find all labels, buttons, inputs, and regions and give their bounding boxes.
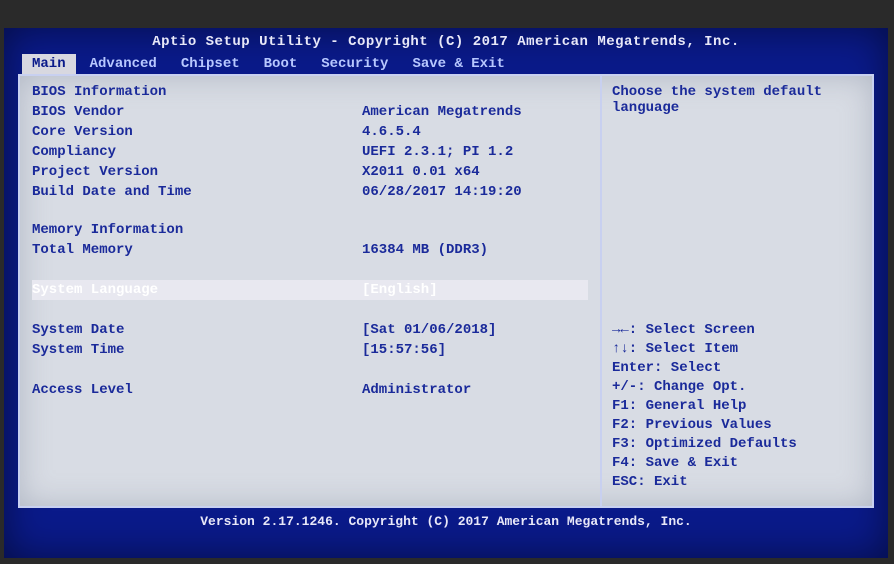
core-version-label: Core Version: [32, 122, 362, 142]
system-date-value: [Sat 01/06/2018]: [362, 320, 588, 340]
key-f1: F1: General Help: [612, 397, 862, 416]
key-f3: F3: Optimized Defaults: [612, 435, 862, 454]
row-bios-vendor: BIOS Vendor American Megatrends: [32, 102, 588, 122]
row-core-version: Core Version 4.6.5.4: [32, 122, 588, 142]
row-system-date[interactable]: System Date [Sat 01/06/2018]: [32, 320, 588, 340]
key-change-opt: +/-: Change Opt.: [612, 378, 862, 397]
main-panel: BIOS Information BIOS Vendor American Me…: [20, 76, 602, 506]
tab-main[interactable]: Main: [22, 54, 76, 74]
build-date-value: 06/28/2017 14:19:20: [362, 182, 588, 202]
total-memory-label: Total Memory: [32, 240, 362, 260]
tab-bar: Main Advanced Chipset Boot Security Save…: [4, 52, 888, 74]
tab-chipset[interactable]: Chipset: [171, 54, 250, 74]
row-system-language[interactable]: System Language [English]: [32, 280, 588, 300]
content-panels: BIOS Information BIOS Vendor American Me…: [18, 74, 874, 508]
key-f4: F4: Save & Exit: [612, 454, 862, 473]
system-time-label: System Time: [32, 340, 362, 360]
footer-text: Version 2.17.1246. Copyright (C) 2017 Am…: [4, 508, 888, 535]
memory-info-heading: Memory Information: [32, 222, 588, 238]
tab-advanced[interactable]: Advanced: [80, 54, 167, 74]
row-system-time[interactable]: System Time [15:57:56]: [32, 340, 588, 360]
row-compliancy: Compliancy UEFI 2.3.1; PI 1.2: [32, 142, 588, 162]
total-memory-value: 16384 MB (DDR3): [362, 240, 588, 260]
key-esc: ESC: Exit: [612, 473, 862, 492]
bios-vendor-label: BIOS Vendor: [32, 102, 362, 122]
build-date-label: Build Date and Time: [32, 182, 362, 202]
compliancy-value: UEFI 2.3.1; PI 1.2: [362, 142, 588, 162]
system-language-value: [English]: [362, 280, 588, 300]
core-version-value: 4.6.5.4: [362, 122, 588, 142]
key-help: →←: Select Screen ↑↓: Select Item Enter:…: [612, 321, 862, 498]
system-date-label: System Date: [32, 320, 362, 340]
key-select-item: ↑↓: Select Item: [612, 340, 862, 359]
row-project-version: Project Version X2011 0.01 x64: [32, 162, 588, 182]
project-version-label: Project Version: [32, 162, 362, 182]
key-f2: F2: Previous Values: [612, 416, 862, 435]
help-panel: Choose the system default language →←: S…: [602, 76, 872, 506]
row-total-memory: Total Memory 16384 MB (DDR3): [32, 240, 588, 260]
compliancy-label: Compliancy: [32, 142, 362, 162]
help-line-2: language: [612, 100, 862, 116]
project-version-value: X2011 0.01 x64: [362, 162, 588, 182]
system-time-value: [15:57:56]: [362, 340, 588, 360]
bios-vendor-value: American Megatrends: [362, 102, 588, 122]
help-text: Choose the system default language: [612, 84, 862, 116]
access-level-label: Access Level: [32, 380, 362, 400]
help-line-1: Choose the system default: [612, 84, 862, 100]
tab-boot[interactable]: Boot: [254, 54, 308, 74]
bios-screen: Aptio Setup Utility - Copyright (C) 2017…: [4, 28, 888, 558]
key-enter: Enter: Select: [612, 359, 862, 378]
key-select-screen: →←: Select Screen: [612, 321, 862, 340]
tab-security[interactable]: Security: [311, 54, 398, 74]
row-build-date: Build Date and Time 06/28/2017 14:19:20: [32, 182, 588, 202]
tab-save-exit[interactable]: Save & Exit: [402, 54, 514, 74]
header-title: Aptio Setup Utility - Copyright (C) 2017…: [4, 28, 888, 52]
bios-info-heading: BIOS Information: [32, 84, 588, 100]
row-access-level: Access Level Administrator: [32, 380, 588, 400]
access-level-value: Administrator: [362, 380, 588, 400]
system-language-label: System Language: [32, 280, 362, 300]
